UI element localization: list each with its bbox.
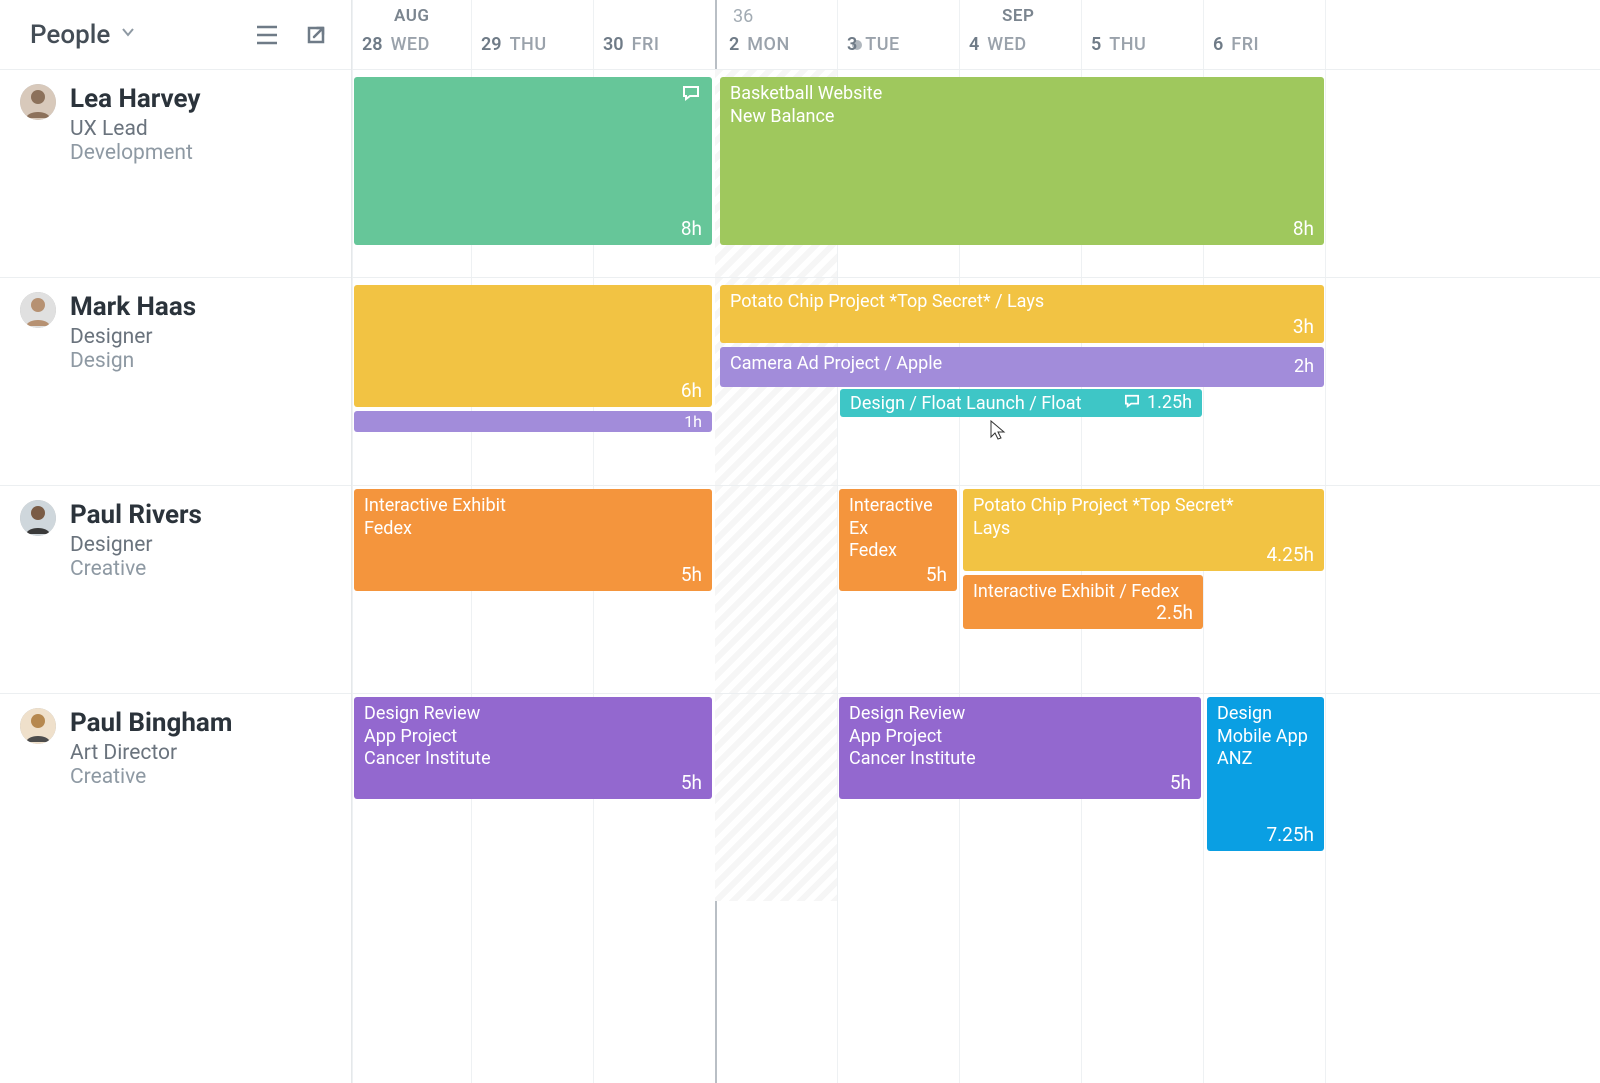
task-hours: 5h [1170, 771, 1191, 795]
day-header: 5 THU [1091, 34, 1146, 55]
person-name: Mark Haas [70, 292, 196, 323]
person-role: UX Lead [70, 117, 200, 141]
person-dept: Design [70, 349, 196, 373]
task-subtitle: New Balance [730, 106, 1314, 129]
task-hours: 4.25h [1266, 543, 1314, 567]
cursor-icon [990, 420, 1006, 444]
day-header: 29 THU [481, 34, 547, 55]
task-block[interactable]: 6h [354, 285, 712, 407]
people-selector[interactable]: People [30, 20, 136, 50]
person-row[interactable]: Paul Rivers Designer Creative [0, 485, 351, 693]
person-name: Lea Harvey [70, 84, 200, 115]
task-title: Design Review [849, 703, 1191, 726]
month-label: AUG [394, 6, 429, 26]
task-block[interactable]: Interactive Exhibit Fedex 5h [354, 489, 712, 591]
task-subtitle: Lays [973, 518, 1314, 541]
day-header: 4 WED [969, 34, 1027, 55]
task-title: Potato Chip Project *Top Secret* [973, 495, 1314, 518]
task-title: Basketball Website [730, 83, 1314, 106]
person-name: Paul Rivers [70, 500, 202, 531]
task-hours: 5h [926, 563, 947, 587]
avatar [20, 84, 56, 120]
weekend-hatch [715, 694, 837, 901]
person-dept: Development [70, 141, 200, 165]
person-dept: Creative [70, 765, 232, 789]
task-title: Interactive Ex [849, 495, 947, 540]
person-role: Art Director [70, 741, 232, 765]
person-role: Designer [70, 325, 196, 349]
task-title: Design Review [364, 703, 702, 726]
task-hours: 1h [684, 412, 702, 431]
task-hours: 3h [1293, 315, 1314, 339]
task-block[interactable]: 1h [354, 411, 712, 432]
task-title: Design / Float Launch / Float [850, 395, 1192, 413]
task-block[interactable]: Interactive Exhibit / Fedex 2.5h [963, 575, 1203, 629]
comment-icon [682, 85, 700, 108]
task-hours: 7.25h [1266, 823, 1314, 847]
task-title: Interactive Exhibit / Fedex [973, 581, 1193, 604]
task-hours: 8h [1293, 217, 1314, 241]
task-block[interactable]: Camera Ad Project / Apple 2h [720, 347, 1324, 387]
task-title: Camera Ad Project / Apple [730, 353, 1314, 376]
task-hours: 5h [681, 771, 702, 795]
task-subtitle: Cancer Institute [364, 748, 702, 771]
task-subtitle: Mobile App [1217, 726, 1314, 749]
task-block[interactable]: Design Mobile App ANZ 7.25h [1207, 697, 1324, 851]
task-title: Potato Chip Project *Top Secret* / Lays [730, 291, 1314, 314]
day-header: 28 WED [362, 34, 430, 55]
export-icon[interactable] [305, 24, 327, 46]
person-row[interactable]: Lea Harvey UX Lead Development [0, 69, 351, 277]
avatar [20, 292, 56, 328]
person-dept: Creative [70, 557, 202, 581]
task-title: Design [1217, 703, 1314, 726]
chevron-down-icon [120, 24, 136, 45]
task-subtitle: ANZ [1217, 748, 1314, 771]
day-header: 2 MON [729, 34, 862, 55]
person-row[interactable]: Paul Bingham Art Director Creative [0, 693, 351, 901]
task-block[interactable]: Design Review App Project Cancer Institu… [839, 697, 1201, 799]
people-selector-label: People [30, 20, 110, 50]
task-subtitle: App Project [849, 726, 1191, 749]
task-subtitle: Fedex [364, 518, 702, 541]
task-subtitle: Fedex [849, 540, 947, 563]
avatar [20, 500, 56, 536]
day-header: 30 FRI [603, 34, 659, 55]
day-header: 6 FRI [1213, 34, 1259, 55]
task-hours: 5h [681, 563, 702, 587]
task-subtitle: App Project [364, 726, 702, 749]
task-hours: 6h [681, 379, 702, 403]
task-block[interactable]: Design Review App Project Cancer Institu… [354, 697, 712, 799]
task-hours: 8h [681, 217, 702, 241]
task-title: Interactive Exhibit [364, 495, 702, 518]
task-block[interactable]: Interactive Ex Fedex 5h [839, 489, 957, 591]
task-block[interactable]: 8h [354, 77, 712, 245]
month-label: SEP [1002, 6, 1034, 26]
list-view-icon[interactable] [255, 24, 279, 46]
task-hours: 2h [1294, 356, 1314, 379]
person-row[interactable]: Mark Haas Designer Design [0, 277, 351, 485]
task-subtitle: Cancer Institute [849, 748, 1191, 771]
task-hours: 1.25h [1147, 394, 1192, 412]
task-hours: 2.5h [1156, 601, 1193, 625]
task-block[interactable]: Design / Float Launch / Float 1.25h [840, 389, 1202, 417]
task-block[interactable]: Basketball Website New Balance 8h [720, 77, 1324, 245]
task-block[interactable]: Potato Chip Project *Top Secret* / Lays … [720, 285, 1324, 343]
day-header: 3 TUE [847, 34, 900, 55]
person-role: Designer [70, 533, 202, 557]
avatar [20, 708, 56, 744]
week-number: 36 [733, 6, 753, 27]
comment-icon [1124, 394, 1140, 412]
weekend-hatch [715, 486, 837, 693]
task-block[interactable]: Potato Chip Project *Top Secret* Lays 4.… [963, 489, 1324, 571]
person-name: Paul Bingham [70, 708, 232, 739]
